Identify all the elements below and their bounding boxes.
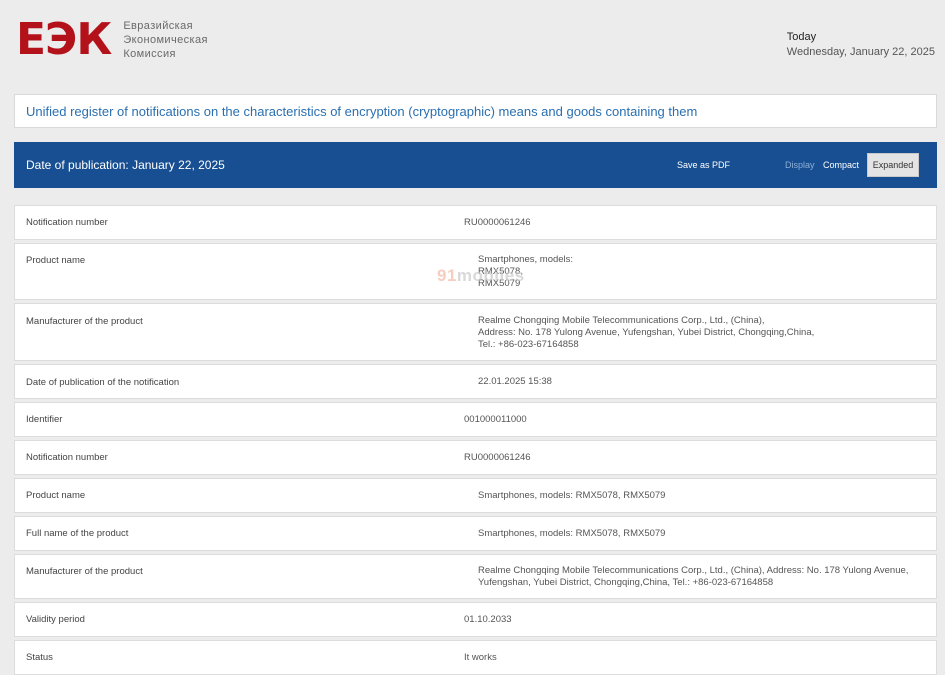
logo-line: Евразийская: [123, 20, 193, 32]
row-value-line: Smartphones, models: RMX5078, RMX5079: [478, 490, 666, 501]
watermark-text: mobiles: [456, 266, 525, 285]
publication-bar: Date of publication: January 22, 2025 Sa…: [14, 142, 937, 188]
table-row: Manufacturer of the product Realme Chong…: [14, 554, 937, 599]
row-value: It works: [464, 652, 497, 664]
row-label: Notification number: [26, 452, 108, 463]
row-label: Status: [26, 652, 53, 663]
today-label: Today: [786, 31, 817, 43]
row-label: Validity period: [26, 614, 85, 625]
row-value-line: RU0000061246: [464, 217, 531, 228]
watermark-logo: 91mobiles: [437, 266, 525, 286]
row-value-line: It works: [464, 652, 497, 663]
row-value-line: 22.01.2025 15:38: [478, 376, 552, 387]
logo-mark: ЕЭК: [16, 14, 112, 65]
row-value: Smartphones, models: RMX5078, RMX5079: [478, 490, 665, 502]
row-value: 22.01.2025 15:38: [478, 376, 552, 388]
display-label: Display: [785, 160, 815, 170]
logo-line: Экономическая: [123, 34, 208, 46]
page: ЕЭК Евразийская Экономическая Комиссия T…: [0, 0, 945, 675]
row-value-line: Tel.: +86-023-67164858: [478, 339, 579, 350]
save-as-pdf-link[interactable]: Save as PDF: [677, 160, 730, 170]
row-value: Smartphones, models: RMX5078, RMX5079: [478, 528, 665, 540]
table-row: Validity period 01.10.2033: [14, 602, 937, 637]
table-row: Date of publication of the notification …: [14, 364, 937, 399]
register-title[interactable]: Unified register of notifications on the…: [14, 94, 937, 128]
row-value-line: 01.10.2033: [464, 614, 512, 625]
row-label: Full name of the product: [26, 528, 129, 539]
row-value: 001000011000: [464, 414, 527, 426]
row-value-line: Smartphones, models:: [478, 254, 574, 265]
eec-logo[interactable]: ЕЭК Евразийская Экономическая Комиссия: [16, 18, 208, 62]
header: ЕЭК Евразийская Экономическая Комиссия T…: [0, 0, 945, 85]
table-row: Full name of the product Smartphones, mo…: [14, 516, 937, 551]
row-value-line: Smartphones, models: RMX5078, RMX5079: [478, 528, 666, 539]
table-row: Notification number RU0000061246: [14, 440, 937, 475]
table-row: Notification number RU0000061246: [14, 205, 937, 240]
row-value-line: Address: No. 178 Yulong Avenue, Yufengsh…: [478, 327, 815, 338]
row-label: Product name: [26, 255, 86, 266]
table-row: Manufacturer of the product Realme Chong…: [14, 303, 937, 361]
row-value-line: 001000011000: [464, 414, 527, 425]
row-value-line: Yufengshan, Yubei District, Chongqing,Ch…: [478, 577, 774, 588]
table-row: Product name Smartphones, models: RMX507…: [14, 478, 937, 513]
row-label: Identifier: [26, 414, 63, 425]
row-label: Notification number: [26, 217, 108, 228]
row-label: Manufacturer of the product: [26, 566, 143, 577]
today-value: Wednesday, January 22, 2025: [786, 46, 935, 58]
watermark-prefix: 91: [437, 266, 457, 285]
row-value: RU0000061246: [464, 217, 531, 229]
row-value-line: Realme Chongqing Mobile Telecommunicatio…: [478, 565, 909, 576]
row-value: RU0000061246: [464, 452, 531, 464]
table-row: Identifier 001000011000: [14, 402, 937, 437]
row-value-line: Realme Chongqing Mobile Telecommunicatio…: [478, 315, 765, 326]
row-label: Date of publication of the notification: [26, 377, 180, 388]
row-label: Manufacturer of the product: [26, 316, 143, 327]
row-label: Product name: [26, 490, 86, 501]
row-value: Realme Chongqing Mobile Telecommunicatio…: [478, 315, 814, 351]
logo-text: Евразийская Экономическая Комиссия: [123, 19, 208, 61]
row-value-line: RU0000061246: [464, 452, 531, 463]
logo-line: Комиссия: [123, 48, 176, 60]
row-value: Realme Chongqing Mobile Telecommunicatio…: [478, 565, 908, 589]
expanded-view-button[interactable]: Expanded: [867, 153, 919, 177]
compact-view-button[interactable]: Compact: [823, 160, 859, 170]
row-value: 01.10.2033: [464, 614, 512, 626]
today-date: Today Wednesday, January 22, 2025: [787, 30, 935, 60]
publication-date-title: Date of publication: January 22, 2025: [26, 158, 225, 172]
table-row: Status It works: [14, 640, 937, 675]
